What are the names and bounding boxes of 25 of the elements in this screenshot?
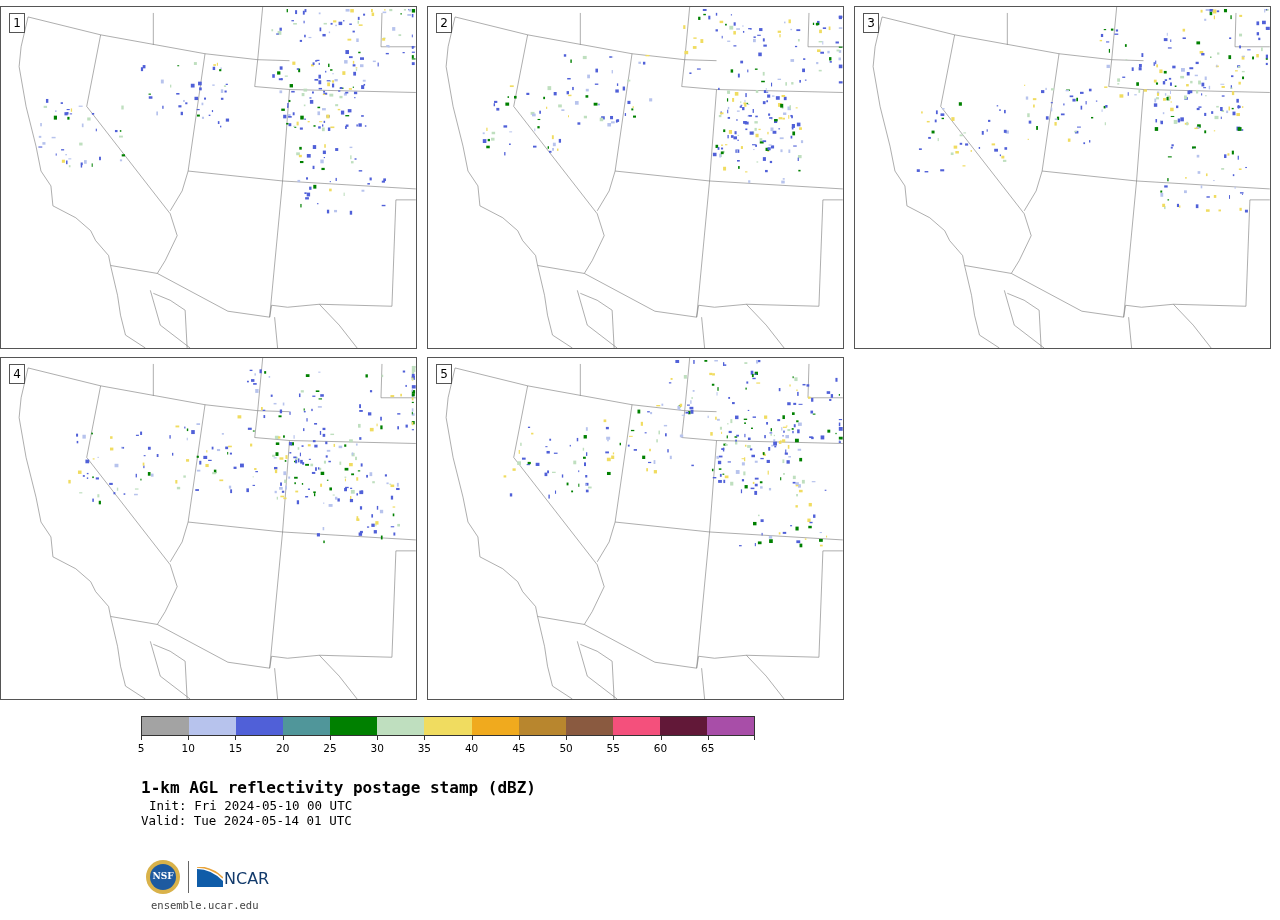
panel-number: 2: [436, 13, 452, 33]
colorbar-tick-label: 40: [464, 742, 479, 755]
chart-title: 1-km AGL reflectivity postage stamp (dBZ): [141, 778, 536, 798]
colorbar-tick-label: 10: [181, 742, 195, 755]
ncar-wordmark: NCAR: [224, 871, 270, 887]
colorbar-tick-label: 35: [417, 742, 432, 755]
colorbar-tick-label: 25: [323, 742, 337, 755]
colorbar-tick-label: 5: [137, 742, 145, 755]
panel-number: 4: [9, 364, 25, 384]
colorbar-tick-label: 65: [701, 742, 715, 755]
site-url[interactable]: ensemble.ucar.edu: [141, 894, 259, 914]
seal-text: NSF: [150, 864, 176, 890]
panel-number: 3: [863, 13, 879, 33]
valid-time: Valid: Tue 2024-05-14 01 UTC: [141, 813, 352, 828]
colorbar-tick-label: 45: [512, 742, 526, 755]
colorbar-tick-label: 15: [228, 742, 243, 755]
colorbar-tick-label: 20: [276, 742, 290, 755]
colorbar-tick-label: 30: [370, 742, 384, 755]
colorbar-tick-label: 60: [653, 742, 668, 755]
panel-number: 5: [436, 364, 452, 384]
init-time: Init: Fri 2024-05-10 00 UTC: [148, 798, 353, 813]
colorbar-tick-label: 55: [606, 742, 620, 755]
swoosh-icon: [197, 867, 223, 887]
colorbar-tick-label: 50: [559, 742, 573, 755]
panel-number: 1: [9, 13, 25, 33]
